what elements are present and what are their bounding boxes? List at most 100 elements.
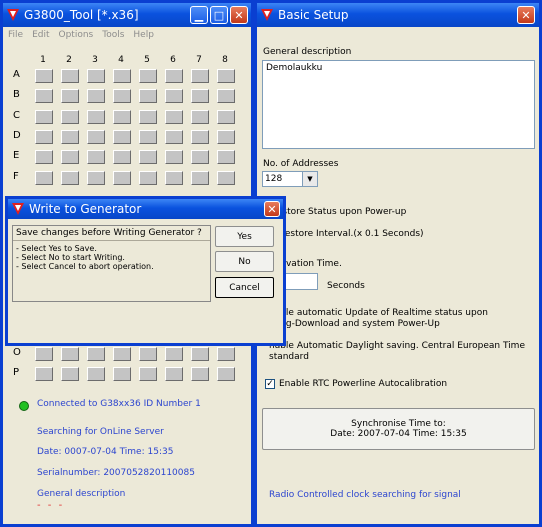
output-cell[interactable] [217, 150, 235, 164]
addresses-select[interactable]: 128 ▼ [262, 171, 318, 187]
output-cell[interactable] [165, 171, 183, 185]
output-cell[interactable] [113, 89, 131, 103]
output-cell[interactable] [191, 171, 209, 185]
cancel-button[interactable]: Cancel [215, 277, 274, 298]
output-cell[interactable] [191, 347, 209, 361]
output-cell[interactable] [139, 69, 157, 83]
output-cell[interactable] [191, 367, 209, 381]
output-cell[interactable] [165, 110, 183, 124]
close-button[interactable]: ✕ [264, 201, 280, 217]
output-cell[interactable] [139, 171, 157, 185]
chevron-down-icon: ▼ [302, 172, 317, 186]
output-cell[interactable] [113, 130, 131, 144]
output-cell[interactable] [139, 150, 157, 164]
output-cell[interactable] [35, 150, 53, 164]
output-cell[interactable] [61, 69, 79, 83]
radio-clock-status: Radio Controlled clock searching for sig… [269, 490, 461, 500]
output-cell[interactable] [87, 130, 105, 144]
output-cell[interactable] [87, 171, 105, 185]
carlo-gavazzi-logo-icon [12, 203, 24, 215]
row-label: B [13, 89, 20, 100]
output-cell[interactable] [113, 69, 131, 83]
output-cell[interactable] [113, 110, 131, 124]
minimize-button[interactable]: ▁ [190, 6, 208, 24]
general-description-value: - - - [37, 500, 65, 511]
output-cell[interactable] [217, 347, 235, 361]
maximize-button[interactable]: □ [210, 6, 228, 24]
output-cell[interactable] [35, 347, 53, 361]
output-cell[interactable] [191, 89, 209, 103]
output-cell[interactable] [191, 110, 209, 124]
output-cell[interactable] [35, 367, 53, 381]
output-cell[interactable] [191, 150, 209, 164]
output-cell[interactable] [61, 150, 79, 164]
output-cell[interactable] [87, 367, 105, 381]
output-cell[interactable] [165, 150, 183, 164]
output-cell[interactable] [217, 171, 235, 185]
connection-status-icon [19, 401, 29, 411]
menu-help[interactable]: Help [133, 30, 154, 40]
output-cell[interactable] [217, 130, 235, 144]
output-cell[interactable] [35, 69, 53, 83]
output-cell[interactable] [87, 69, 105, 83]
dialog-titlebar[interactable]: Write to Generator ✕ [8, 199, 283, 219]
general-description-label: General description [37, 489, 126, 499]
no-button[interactable]: No [215, 251, 274, 272]
output-cell[interactable] [61, 367, 79, 381]
output-cell[interactable] [139, 347, 157, 361]
sync-line2: Date: 2007-07-04 Time: 15:35 [330, 429, 467, 439]
output-cell[interactable] [165, 69, 183, 83]
output-cell[interactable] [61, 89, 79, 103]
output-cell[interactable] [87, 110, 105, 124]
output-cell[interactable] [217, 69, 235, 83]
output-cell[interactable] [61, 130, 79, 144]
output-cell[interactable] [139, 110, 157, 124]
output-cell[interactable] [113, 171, 131, 185]
output-cell[interactable] [139, 130, 157, 144]
output-cell[interactable] [35, 171, 53, 185]
output-cell[interactable] [61, 347, 79, 361]
output-cell[interactable] [113, 150, 131, 164]
close-button[interactable]: ✕ [230, 6, 248, 24]
menu-edit[interactable]: Edit [32, 30, 49, 40]
output-cell[interactable] [113, 367, 131, 381]
output-cell[interactable] [165, 89, 183, 103]
connection-status: Connected to G38xx36 ID Number 1 [37, 399, 201, 409]
output-cell[interactable] [87, 89, 105, 103]
output-cell[interactable] [217, 110, 235, 124]
menu-tools[interactable]: Tools [102, 30, 124, 40]
dialog-line1: - Select Yes to Save. [16, 244, 97, 253]
yes-button[interactable]: Yes [215, 226, 274, 247]
menu-options[interactable]: Options [59, 30, 94, 40]
output-cell[interactable] [191, 69, 209, 83]
output-cell[interactable] [217, 367, 235, 381]
search-status: Searching for OnLine Server [37, 427, 164, 437]
main-titlebar[interactable]: G3800_Tool [*.x36] ▁ □ ✕ [3, 3, 251, 27]
main-window-title: G3800_Tool [*.x36] [24, 8, 139, 22]
output-cell[interactable] [87, 347, 105, 361]
output-cell[interactable] [35, 110, 53, 124]
output-cell[interactable] [165, 347, 183, 361]
synchronise-time-button[interactable]: Synchronise Time to: Date: 2007-07-04 Ti… [262, 408, 535, 450]
output-cell[interactable] [113, 347, 131, 361]
output-cell[interactable] [217, 89, 235, 103]
output-cell[interactable] [165, 130, 183, 144]
output-cell[interactable] [165, 367, 183, 381]
menu-bar: File Edit Options Tools Help [3, 27, 251, 43]
rtc-autocalibration-checkbox[interactable]: ✓ [265, 379, 275, 389]
column-header: 5 [144, 55, 150, 65]
output-cell[interactable] [61, 171, 79, 185]
daylight-saving-label: nable Automatic Daylight saving. Central… [269, 341, 525, 362]
output-cell[interactable] [191, 130, 209, 144]
serial-number: Serialnumber: 2007052820110085 [37, 468, 195, 478]
basic-setup-titlebar[interactable]: Basic Setup ✕ [257, 3, 539, 27]
close-button[interactable]: ✕ [517, 6, 535, 24]
menu-file[interactable]: File [8, 30, 23, 40]
output-cell[interactable] [87, 150, 105, 164]
output-cell[interactable] [139, 89, 157, 103]
output-cell[interactable] [61, 110, 79, 124]
output-cell[interactable] [35, 130, 53, 144]
output-cell[interactable] [139, 367, 157, 381]
output-cell[interactable] [35, 89, 53, 103]
general-description-field[interactable]: Demolaukku [262, 60, 535, 149]
